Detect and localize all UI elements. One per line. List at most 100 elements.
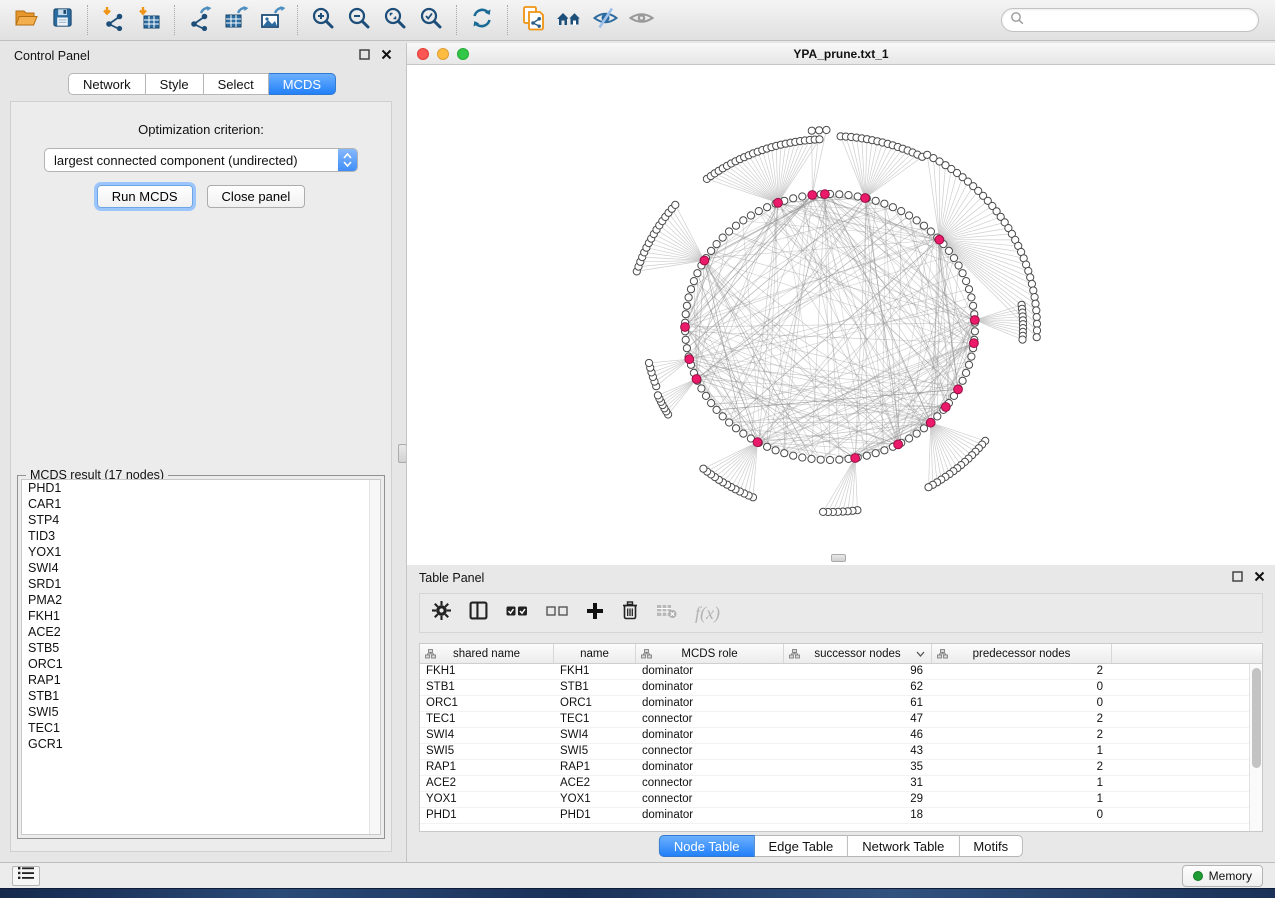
zoom-fit-button[interactable] (377, 3, 413, 37)
table-row-YOX1[interactable]: YOX1YOX1connector291 (420, 792, 1262, 808)
cell-name[interactable]: FKH1 (554, 664, 636, 679)
table-scrollbar-thumb[interactable] (1252, 668, 1261, 768)
mcds-result-item[interactable]: SWI5 (22, 704, 380, 720)
first-neighbors-button[interactable] (551, 3, 587, 37)
mcds-result-item[interactable]: STB5 (22, 640, 380, 656)
table-row-ACE2[interactable]: ACE2ACE2connector311 (420, 776, 1262, 792)
column-header-successor-nodes[interactable]: successor nodes (784, 644, 932, 663)
import-network-button[interactable] (95, 3, 131, 37)
mcds-result-item[interactable]: GCR1 (22, 736, 380, 752)
cell-name[interactable]: TEC1 (554, 712, 636, 727)
cell-mcds-role[interactable]: connector (636, 744, 784, 759)
cell-successor-nodes[interactable]: 61 (784, 696, 932, 711)
cell-successor-nodes[interactable]: 29 (784, 792, 932, 807)
float-panel-icon[interactable] (359, 49, 370, 63)
mcds-result-item[interactable]: STP4 (22, 512, 380, 528)
cell-predecessor-nodes[interactable]: 2 (932, 712, 1112, 727)
show-columns-icon[interactable] (469, 601, 488, 625)
zoom-in-button[interactable] (305, 3, 341, 37)
mcds-result-item[interactable]: TID3 (22, 528, 380, 544)
cell-mcds-role[interactable]: dominator (636, 664, 784, 679)
cell-mcds-role[interactable]: connector (636, 776, 784, 791)
mcds-result-item[interactable]: ACE2 (22, 624, 380, 640)
table-row-RAP1[interactable]: RAP1RAP1dominator352 (420, 760, 1262, 776)
cell-predecessor-nodes[interactable]: 0 (932, 808, 1112, 823)
cell-mcds-role[interactable]: connector (636, 712, 784, 727)
cell-successor-nodes[interactable]: 31 (784, 776, 932, 791)
cell-mcds-role[interactable]: dominator (636, 728, 784, 743)
cell-predecessor-nodes[interactable]: 2 (932, 728, 1112, 743)
column-header-mcds-role[interactable]: MCDS role (636, 644, 784, 663)
cell-predecessor-nodes[interactable]: 2 (932, 664, 1112, 679)
cell-shared-name[interactable]: FKH1 (420, 664, 554, 679)
mcds-result-item[interactable]: FKH1 (22, 608, 380, 624)
mcds-result-item[interactable]: PHD1 (22, 480, 380, 496)
cell-predecessor-nodes[interactable]: 1 (932, 776, 1112, 791)
deselect-all-icon[interactable] (546, 604, 568, 623)
run-mcds-button[interactable]: Run MCDS (97, 185, 193, 208)
cell-name[interactable]: SWI5 (554, 744, 636, 759)
cell-shared-name[interactable]: PHD1 (420, 808, 554, 823)
export-table-button[interactable] (218, 3, 254, 37)
select-all-icon[interactable] (506, 604, 528, 623)
tab-network-table[interactable]: Network Table (848, 835, 959, 857)
cell-mcds-role[interactable]: dominator (636, 696, 784, 711)
save-session-button[interactable] (44, 3, 80, 37)
table-row-TEC1[interactable]: TEC1TEC1connector472 (420, 712, 1262, 728)
column-header-predecessor-nodes[interactable]: predecessor nodes (932, 644, 1112, 663)
delete-table-icon[interactable] (656, 603, 677, 624)
cell-successor-nodes[interactable]: 18 (784, 808, 932, 823)
cell-shared-name[interactable]: ACE2 (420, 776, 554, 791)
mcds-result-item[interactable]: RAP1 (22, 672, 380, 688)
mcds-result-item[interactable]: PMA2 (22, 592, 380, 608)
mcds-result-item[interactable]: YOX1 (22, 544, 380, 560)
delete-columns-icon[interactable] (622, 601, 638, 625)
hide-selected-button[interactable] (587, 3, 623, 37)
cell-shared-name[interactable]: ORC1 (420, 696, 554, 711)
column-header-name[interactable]: name (554, 644, 636, 663)
cell-predecessor-nodes[interactable]: 2 (932, 760, 1112, 775)
show-all-button[interactable] (623, 3, 659, 37)
import-table-button[interactable] (131, 3, 167, 37)
cell-mcds-role[interactable]: dominator (636, 760, 784, 775)
cell-successor-nodes[interactable]: 47 (784, 712, 932, 727)
table-row-SWI5[interactable]: SWI5SWI5connector431 (420, 744, 1262, 760)
table-row-FKH1[interactable]: FKH1FKH1dominator962 (420, 664, 1262, 680)
cell-mcds-role[interactable]: connector (636, 792, 784, 807)
mcds-result-item[interactable]: SRD1 (22, 576, 380, 592)
table-row-STB1[interactable]: STB1STB1dominator620 (420, 680, 1262, 696)
search-box[interactable] (1001, 8, 1259, 32)
cell-name[interactable]: ACE2 (554, 776, 636, 791)
column-header-shared-name[interactable]: shared name (420, 644, 554, 663)
tab-edge-table[interactable]: Edge Table (754, 835, 848, 857)
cell-predecessor-nodes[interactable]: 1 (932, 792, 1112, 807)
zoom-out-button[interactable] (341, 3, 377, 37)
network-canvas[interactable] (407, 65, 1274, 563)
cell-shared-name[interactable]: SWI5 (420, 744, 554, 759)
mcds-result-item[interactable]: CAR1 (22, 496, 380, 512)
cell-shared-name[interactable]: RAP1 (420, 760, 554, 775)
cell-successor-nodes[interactable]: 96 (784, 664, 932, 679)
table-row-PHD1[interactable]: PHD1PHD1dominator180 (420, 808, 1262, 824)
cell-successor-nodes[interactable]: 46 (784, 728, 932, 743)
tab-node-table[interactable]: Node Table (659, 835, 755, 857)
cell-name[interactable]: SWI4 (554, 728, 636, 743)
cell-predecessor-nodes[interactable]: 0 (932, 696, 1112, 711)
zoom-selected-button[interactable] (413, 3, 449, 37)
close-panel-icon[interactable] (1254, 571, 1265, 585)
function-builder-icon[interactable]: f(x) (695, 603, 720, 624)
mcds-list-scrollbar[interactable] (369, 480, 380, 834)
open-file-button[interactable] (8, 3, 44, 37)
cell-successor-nodes[interactable]: 62 (784, 680, 932, 695)
mcds-result-list[interactable]: PHD1CAR1STP4TID3YOX1SWI4SRD1PMA2FKH1ACE2… (21, 479, 381, 835)
cell-successor-nodes[interactable]: 35 (784, 760, 932, 775)
cell-name[interactable]: ORC1 (554, 696, 636, 711)
table-settings-icon[interactable] (432, 601, 451, 625)
table-row-SWI4[interactable]: SWI4SWI4dominator462 (420, 728, 1262, 744)
mcds-result-item[interactable]: ORC1 (22, 656, 380, 672)
cell-shared-name[interactable]: TEC1 (420, 712, 554, 727)
tab-network[interactable]: Network (68, 73, 146, 95)
mcds-result-item[interactable]: TEC1 (22, 720, 380, 736)
export-network-button[interactable] (182, 3, 218, 37)
table-scrollbar[interactable] (1249, 664, 1262, 831)
